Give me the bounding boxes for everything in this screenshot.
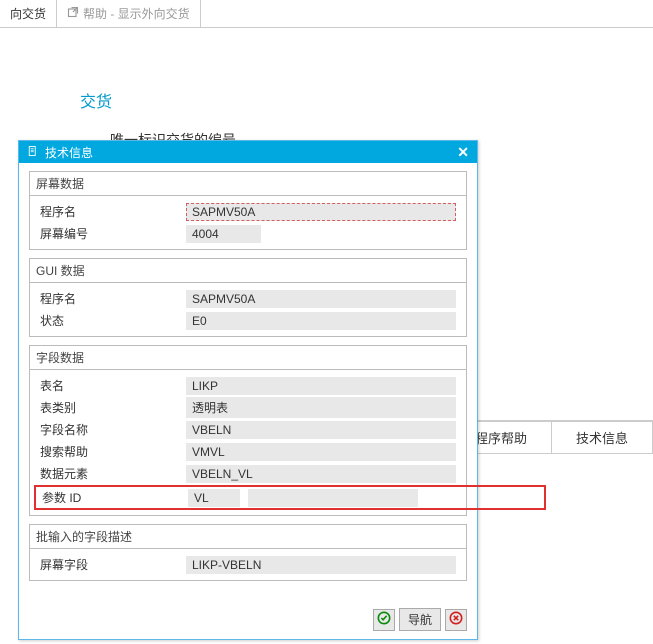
batch-input-header: 批输入的字段描述: [30, 525, 466, 549]
gui-data-header: GUI 数据: [30, 259, 466, 283]
screen-data-group: 屏幕数据 程序名 SAPMV50A 屏幕编号 4004: [29, 171, 467, 250]
gui-data-group: GUI 数据 程序名 SAPMV50A 状态 E0: [29, 258, 467, 337]
param-id-row: 参数 ID VL: [34, 485, 546, 510]
prog-name-value[interactable]: SAPMV50A: [186, 203, 456, 221]
tab-delivery[interactable]: 向交货: [0, 0, 57, 27]
param-id-value[interactable]: VL: [188, 489, 240, 507]
dialog-title-text: 技术信息: [45, 144, 93, 161]
batch-input-group: 批输入的字段描述 屏幕字段 LIKP-VBELN: [29, 524, 467, 581]
field-name-value[interactable]: VBELN: [186, 421, 456, 439]
gui-status-label: 状态: [36, 310, 186, 331]
tab-bar: 向交货 帮助 - 显示外向交货: [0, 0, 653, 28]
screen-no-label: 屏幕编号: [36, 223, 186, 244]
field-data-group: 字段数据 表名 LIKP 表类别 透明表 字段名称 VBELN 搜索帮助 VMV…: [29, 345, 467, 516]
document-icon: [27, 145, 39, 160]
table-name-value[interactable]: LIKP: [186, 377, 456, 395]
help-heading: 交货: [80, 88, 593, 112]
help-content: 交货 唯一标识交货的编号。: [0, 28, 653, 150]
confirm-button[interactable]: [373, 609, 395, 631]
screen-data-header: 屏幕数据: [30, 172, 466, 196]
tech-info-dialog: 技术信息 ✕ 屏幕数据 程序名 SAPMV50A 屏幕编号 4004 GUI 数…: [18, 140, 478, 640]
cancel-button[interactable]: [445, 609, 467, 631]
dialog-footer: 导航: [19, 599, 477, 639]
search-help-value[interactable]: VMVL: [186, 443, 456, 461]
nav-button[interactable]: 导航: [399, 608, 441, 631]
table-cat-label: 表类别: [36, 397, 186, 418]
screen-field-value[interactable]: LIKP-VBELN: [186, 556, 456, 574]
field-name-label: 字段名称: [36, 419, 186, 440]
param-id-label: 参数 ID: [38, 487, 188, 508]
nav-button-label: 导航: [408, 611, 432, 628]
table-cat-value[interactable]: 透明表: [186, 397, 456, 418]
screen-no-value[interactable]: 4004: [186, 225, 261, 243]
gui-status-value[interactable]: E0: [186, 312, 456, 330]
cancel-icon: [449, 611, 463, 628]
export-icon: [67, 6, 79, 21]
tab-delivery-label: 向交货: [10, 5, 46, 22]
param-id-extra[interactable]: [248, 489, 418, 507]
dialog-titlebar[interactable]: 技术信息 ✕: [19, 141, 477, 163]
tab-help-label: 帮助 - 显示外向交货: [83, 5, 190, 22]
close-icon[interactable]: ✕: [457, 144, 469, 161]
search-help-label: 搜索帮助: [36, 441, 186, 462]
check-icon: [377, 611, 391, 628]
tab-help[interactable]: 帮助 - 显示外向交货: [57, 0, 201, 27]
data-elem-label: 数据元素: [36, 463, 186, 484]
data-elem-value[interactable]: VBELN_VL: [186, 465, 456, 483]
screen-field-label: 屏幕字段: [36, 554, 186, 575]
prog-name-label: 程序名: [36, 201, 186, 222]
field-data-header: 字段数据: [30, 346, 466, 370]
table-name-label: 表名: [36, 375, 186, 396]
tech-info-button[interactable]: 技术信息: [551, 422, 652, 453]
gui-prog-name-label: 程序名: [36, 288, 186, 309]
gui-prog-name-value[interactable]: SAPMV50A: [186, 290, 456, 308]
